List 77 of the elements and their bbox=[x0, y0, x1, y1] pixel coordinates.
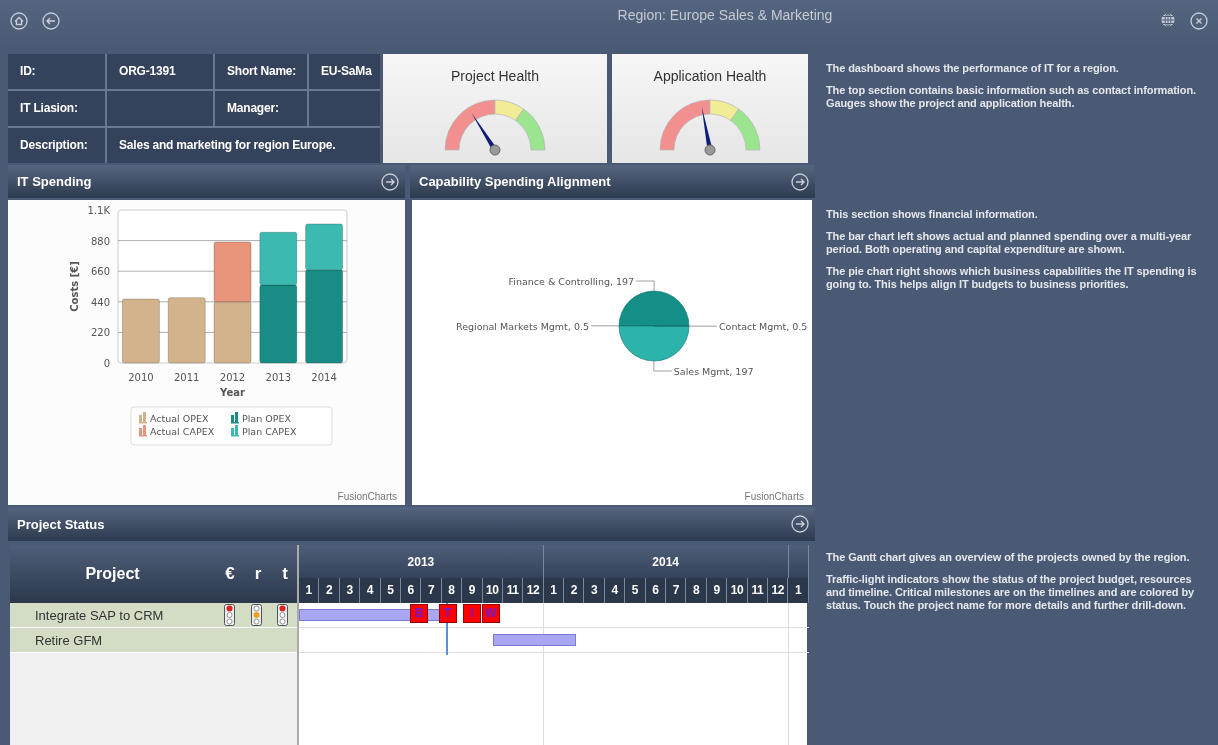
month-header: 7 bbox=[421, 578, 442, 603]
axis-title: Costs [€] bbox=[69, 261, 80, 312]
month-header: 9 bbox=[706, 578, 728, 603]
field-label: ID: bbox=[8, 54, 105, 89]
help-text: The bar chart left shows actual and planned spending over a multi-year period. Both operating and capital expenditure are shown. bbox=[826, 230, 1193, 256]
milestone-marker: I bbox=[463, 604, 482, 623]
month-header: 12 bbox=[768, 578, 789, 603]
milestone-marker: W bbox=[481, 604, 500, 623]
month-header: 12 bbox=[523, 578, 544, 603]
field-label: Short Name: bbox=[215, 54, 307, 89]
column-header: r bbox=[253, 563, 263, 585]
month-header: 2 bbox=[319, 578, 340, 603]
month-header: 4 bbox=[360, 578, 381, 603]
section-title: Capability Spending Alignment bbox=[419, 174, 611, 189]
month-header: 7 bbox=[666, 578, 687, 603]
axis-tick-label: 2013 bbox=[265, 372, 292, 383]
milestone-marker: B bbox=[410, 604, 429, 623]
field-label: IT Liasion: bbox=[8, 91, 105, 126]
help-text: The pie chart right shows which business capabilities the IT spending is going to. This helps align IT budgets to business priorities. bbox=[826, 265, 1198, 291]
help-text: The dashboard shows the performance of IT for a region. bbox=[826, 62, 1120, 75]
month-header: 1 bbox=[299, 578, 320, 603]
data-label: Regional Markets Mgmt, 0.5 bbox=[456, 320, 589, 332]
month-header: 3 bbox=[339, 578, 361, 603]
axis-tick-label: 0 bbox=[103, 358, 110, 369]
gauge-title: Application Health bbox=[653, 68, 767, 84]
window-title: Region: Europe Sales & Marketing bbox=[616, 7, 834, 23]
field-value: EU-SaMa bbox=[309, 54, 380, 89]
data-label: Sales Mgmt, 197 bbox=[673, 366, 754, 377]
axis-title: Year bbox=[220, 387, 245, 398]
help-text: The Gantt chart gives an overview of the projects owned by the region. bbox=[826, 551, 1191, 564]
chart-credit: FusionCharts bbox=[744, 491, 804, 502]
legend-label: Plan OPEX bbox=[242, 413, 291, 424]
month-header: 8 bbox=[441, 578, 463, 603]
column-header: € bbox=[224, 563, 236, 585]
month-header: 5 bbox=[625, 578, 646, 603]
month-header: 4 bbox=[604, 578, 626, 603]
month-header: 1 bbox=[543, 578, 565, 603]
month-header: 10 bbox=[482, 578, 503, 603]
milestone-marker: T bbox=[438, 604, 457, 623]
axis-tick-label: 440 bbox=[90, 296, 110, 308]
field-value: Sales and marketing for region Europe. bbox=[107, 128, 380, 163]
help-text: The top section contains basic information such as contact information. Gauges show the project and application health. bbox=[826, 84, 1197, 110]
axis-tick-label: 880 bbox=[90, 235, 110, 247]
month-header: 10 bbox=[727, 578, 748, 603]
axis-tick-label: 2014 bbox=[311, 372, 337, 383]
month-header: 6 bbox=[645, 578, 667, 603]
help-text: This section shows financial information. bbox=[826, 208, 1039, 221]
month-header: 3 bbox=[584, 578, 605, 603]
month-header: 11 bbox=[502, 578, 524, 603]
column-header: t bbox=[281, 563, 289, 585]
section-title: Project Status bbox=[17, 516, 105, 532]
field-label: Description: bbox=[8, 128, 105, 163]
chart-credit: FusionCharts bbox=[337, 491, 397, 502]
axis-tick-label: 2011 bbox=[173, 372, 200, 383]
legend-label: Plan CAPEX bbox=[242, 426, 297, 437]
gauge-title: Project Health bbox=[451, 68, 539, 84]
axis-tick-label: 2010 bbox=[128, 372, 154, 383]
axis-tick-label: 660 bbox=[90, 266, 110, 278]
month-header: 11 bbox=[747, 578, 768, 603]
data-label: Contact Mgmt, 0.5 bbox=[719, 321, 808, 333]
help-text: Traffic-light indicators show the status of the project budget, resources and timeline. Critical milestones are on the timelines and are colored by status. Touch the project name for more details and further drill-down. bbox=[826, 573, 1196, 612]
field-label: Manager: bbox=[215, 91, 307, 126]
axis-tick-label: 1.1K bbox=[87, 205, 110, 216]
month-header: 5 bbox=[380, 578, 401, 603]
column-header: Project bbox=[84, 564, 141, 584]
axis-tick-label: 2012 bbox=[219, 372, 246, 383]
month-header: 8 bbox=[686, 578, 707, 603]
data-label: Finance & Controlling, 197 bbox=[508, 276, 635, 287]
section-title: IT Spending bbox=[17, 174, 92, 189]
axis-tick-label: 220 bbox=[90, 327, 110, 339]
month-header: 6 bbox=[400, 578, 422, 603]
month-header: 2 bbox=[564, 578, 585, 603]
month-header: 9 bbox=[462, 578, 483, 603]
month-header: 1 bbox=[788, 578, 809, 603]
legend-label: Actual CAPEX bbox=[150, 426, 215, 437]
legend-label: Actual OPEX bbox=[150, 413, 209, 424]
field-value: ORG-1391 bbox=[107, 54, 213, 89]
